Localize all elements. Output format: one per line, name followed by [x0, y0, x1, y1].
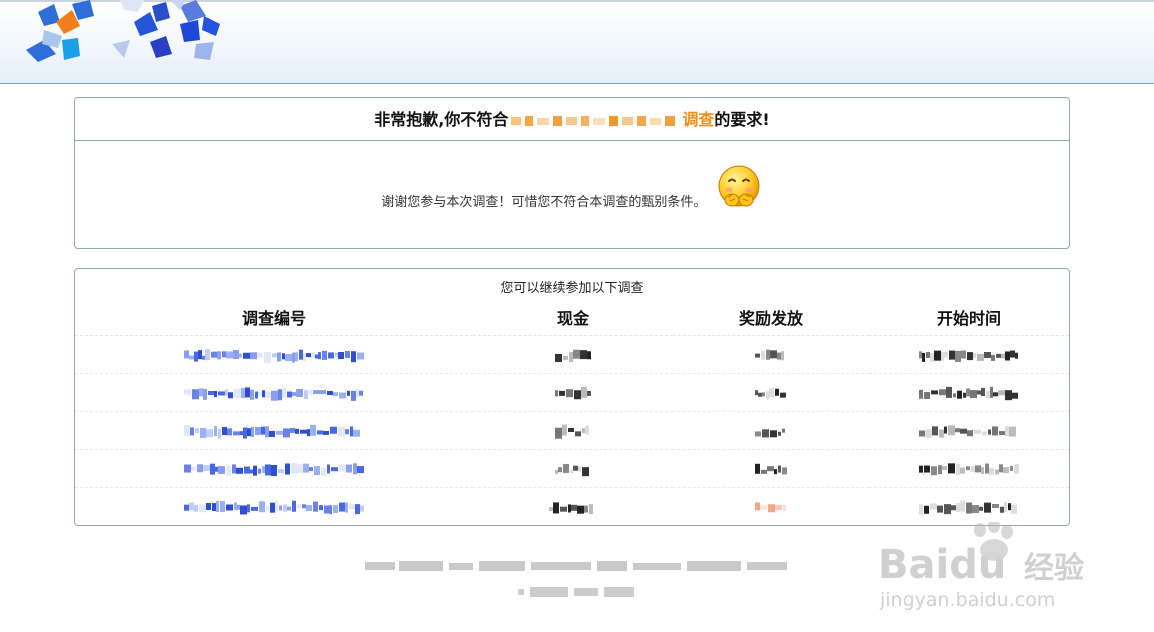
- blurred-cash: [555, 349, 591, 362]
- col-header-survey-id: 调查编号: [75, 299, 473, 336]
- cell-reward-issued: [673, 449, 869, 488]
- cell-start-time: [869, 488, 1069, 526]
- cell-cash: [473, 449, 673, 488]
- col-header-reward-issued: 奖励发放: [673, 299, 869, 336]
- blurred-survey-id: [184, 424, 360, 439]
- blurred-start-time: [919, 462, 1019, 475]
- blurred-cash: [549, 501, 593, 514]
- blurred-survey-id: [184, 462, 364, 476]
- site-logo[interactable]: [20, 0, 230, 70]
- blurred-reward-issued: [755, 387, 786, 399]
- blurred-icp-text: [518, 587, 634, 597]
- surveys-table: 调查编号 现金 奖励发放 开始时间: [75, 299, 1069, 525]
- cell-cash: [473, 411, 673, 450]
- watermark-url: jingyan.baidu.com: [879, 589, 1055, 611]
- cell-cash: [473, 373, 673, 412]
- other-surveys-subtitle: 您可以继续参加以下调查: [500, 281, 644, 296]
- cell-reward-issued: [673, 411, 869, 450]
- blurred-reward-issued: [755, 501, 786, 512]
- site-header: [0, 0, 1154, 84]
- disqualified-title: 非常抱歉,你不符合 调查的要求!: [75, 98, 1069, 141]
- title-suffix: 的要求!: [714, 110, 770, 129]
- blurred-start-time: [919, 500, 1017, 514]
- blurred-reward-issued: [755, 349, 784, 360]
- watermark-brand: Baidu: [878, 542, 1006, 588]
- cell-survey-id[interactable]: [75, 373, 473, 412]
- blurred-reward-issued: [755, 428, 785, 437]
- cell-reward-issued: [673, 335, 869, 374]
- cell-cash: [473, 488, 673, 526]
- disqualified-message-row: 谢谢您参与本次调查！可惜您不符合本调查的甄别条件。: [75, 164, 1069, 212]
- cell-start-time: [869, 335, 1069, 374]
- cell-survey-id[interactable]: [75, 488, 473, 526]
- blurred-start-time: [919, 424, 1016, 438]
- cell-start-time: [869, 449, 1069, 488]
- survey-row[interactable]: [75, 488, 1069, 526]
- cell-start-time: [869, 373, 1069, 412]
- blurred-start-time: [919, 386, 1018, 400]
- shy-smiley-icon: [718, 165, 760, 207]
- cell-reward-issued: [673, 488, 869, 526]
- survey-row[interactable]: [75, 373, 1069, 412]
- cell-survey-id[interactable]: [75, 335, 473, 374]
- survey-row[interactable]: [75, 449, 1069, 488]
- blurred-survey-id: [184, 386, 363, 401]
- col-header-start-time: 开始时间: [869, 299, 1069, 336]
- baidu-jingyan-watermark: Baidu 经验 jingyan.baidu.com: [878, 522, 1084, 611]
- blurred-cash: [555, 424, 589, 439]
- cell-start-time: [869, 411, 1069, 450]
- survey-row[interactable]: [75, 335, 1069, 374]
- survey-row[interactable]: [75, 411, 1069, 450]
- blurred-copyright-text: [365, 561, 787, 571]
- blurred-cash: [555, 463, 589, 476]
- survey-name-tail: 调查: [682, 110, 715, 129]
- disqualified-message: 谢谢您参与本次调查！可惜您不符合本调查的甄别条件。: [381, 195, 707, 210]
- blurred-cash: [555, 386, 591, 399]
- table-header-row: 调查编号 现金 奖励发放 开始时间: [75, 299, 1069, 336]
- blurred-reward-issued: [755, 463, 787, 474]
- blurred-survey-id: [184, 500, 364, 514]
- watermark-brand-cn: 经验: [1024, 551, 1084, 586]
- cell-survey-id[interactable]: [75, 411, 473, 450]
- cell-cash: [473, 335, 673, 374]
- cell-reward-issued: [673, 373, 869, 412]
- blurred-start-time: [919, 349, 1018, 362]
- blurred-survey-id: [184, 348, 364, 363]
- disqualified-panel: 非常抱歉,你不符合 调查的要求! 谢谢您参与本次调查！可惜您不符合本调查的甄别条…: [74, 97, 1070, 249]
- col-header-cash: 现金: [473, 299, 673, 336]
- cell-survey-id[interactable]: [75, 449, 473, 488]
- other-surveys-panel: 您可以继续参加以下调查 调查编号 现金 奖励发放 开始时间: [74, 268, 1070, 526]
- blurred-survey-name: [511, 115, 676, 126]
- title-prefix: 非常抱歉,你不符合: [374, 110, 509, 129]
